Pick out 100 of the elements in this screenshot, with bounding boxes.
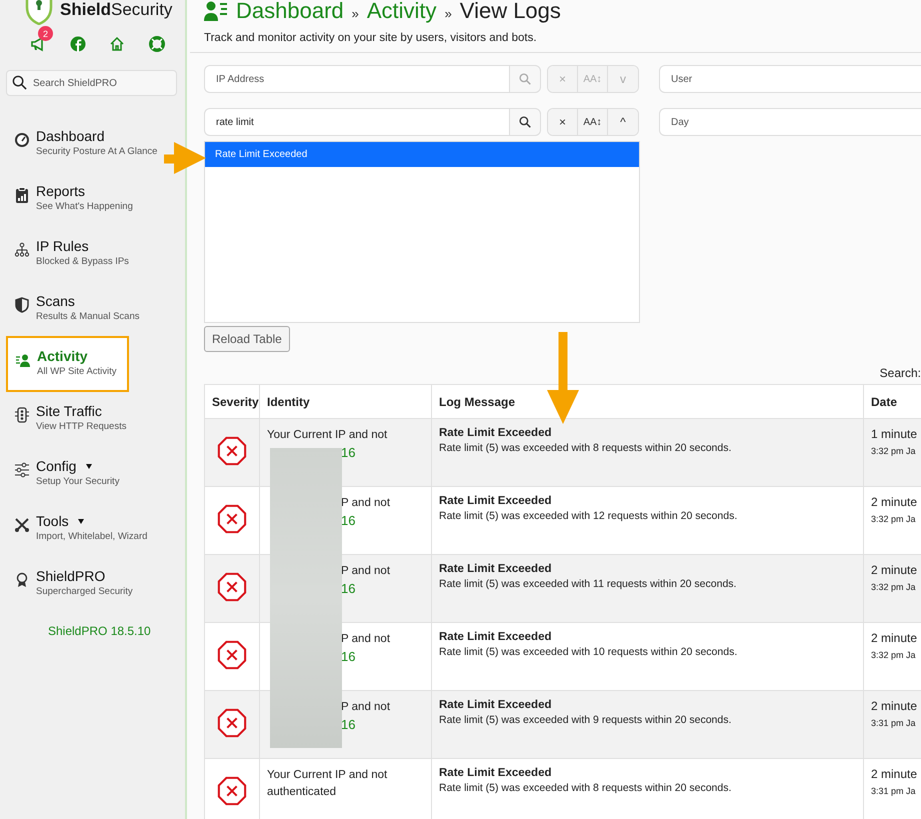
relative-date: 2 minute xyxy=(871,767,918,781)
search-icon xyxy=(519,116,531,128)
annotation-arrow xyxy=(164,140,208,176)
table-search-label: Search: xyxy=(880,366,921,380)
nav-sublabel: Supercharged Security xyxy=(36,586,133,597)
nav-label: Site Traffic xyxy=(36,403,102,419)
shield-logo-icon xyxy=(24,0,54,25)
dropdown-option[interactable]: Rate Limit Exceeded xyxy=(205,142,639,167)
log-title: Rate Limit Exceeded xyxy=(439,427,552,439)
log-title: Rate Limit Exceeded xyxy=(439,767,552,779)
identity-text: authenticated xyxy=(267,786,336,798)
nav-sublabel: Blocked & Bypass IPs xyxy=(36,256,129,267)
nav-label: IP Rules xyxy=(36,238,89,254)
identity-text: P and not xyxy=(341,701,390,713)
column-header: Severity xyxy=(204,384,260,418)
case-toggle-button[interactable]: AA↕ xyxy=(578,109,608,135)
version-link[interactable]: ShieldPRO 18.5.10 xyxy=(48,624,185,638)
identity-text: P and not xyxy=(341,633,390,645)
caret-icon xyxy=(86,464,92,470)
clear-button[interactable]: × xyxy=(548,109,578,135)
home-icon[interactable] xyxy=(109,36,126,52)
breadcrumb-link[interactable]: Dashboard xyxy=(236,0,344,24)
log-message: Rate limit (5) was exceeded with 8 requests within 20 seconds. xyxy=(439,442,732,454)
column-header: Identity xyxy=(260,384,432,418)
search-button[interactable] xyxy=(509,108,541,136)
nav-label: ShieldPRO xyxy=(36,568,106,584)
nav-item[interactable]: Site Traffic View HTTP Requests xyxy=(0,399,136,439)
search-icon xyxy=(12,75,27,90)
log-title: Rate Limit Exceeded xyxy=(439,631,552,643)
ip-address: 16 xyxy=(341,717,356,732)
breadcrumb-link[interactable]: Activity xyxy=(366,0,437,24)
identity-text: P and not xyxy=(341,565,390,577)
nav-sublabel: Import, Whitelabel, Wizard xyxy=(36,531,148,542)
search-icon xyxy=(519,73,531,85)
error-octagon-icon xyxy=(217,436,247,466)
nav-item[interactable]: Tools Import, Whitelabel, Wizard xyxy=(0,509,158,549)
ip-address: 16 xyxy=(341,649,356,664)
ip-address: 16 xyxy=(341,513,356,528)
nav-item[interactable]: IP Rules Blocked & Bypass IPs xyxy=(0,234,139,274)
nav-item[interactable]: Activity All WP Site Activity xyxy=(6,336,129,392)
caret-icon xyxy=(78,519,84,524)
error-octagon-icon xyxy=(217,776,247,806)
date-time: 3:31 pm Ja xyxy=(871,718,917,728)
search-field[interactable]: Search ShieldPRO xyxy=(6,70,177,96)
error-octagon-icon xyxy=(217,504,247,534)
breadcrumb-separator: » xyxy=(444,6,452,21)
identity-text: P and not xyxy=(341,497,390,509)
log-title: Rate Limit Exceeded xyxy=(439,699,552,711)
nav-item[interactable]: Dashboard Security Posture At A Glance xyxy=(0,124,168,164)
relative-date: 1 minute xyxy=(871,427,918,441)
page-title: View Logs xyxy=(460,0,561,24)
filter-field[interactable]: IP Address xyxy=(204,65,509,93)
nav-sublabel: Setup Your Security xyxy=(36,476,120,487)
log-message: Rate limit (5) was exceeded with 10 requests within 20 seconds. xyxy=(439,646,738,658)
date-time: 3:31 pm Ja xyxy=(871,786,917,796)
nav-item[interactable]: ShieldPRO Supercharged Security xyxy=(0,564,143,604)
nav-label: Config xyxy=(36,458,76,474)
traffic-light-icon xyxy=(14,407,30,423)
page-subtitle: Track and monitor activity on your site by users, visitors and bots. xyxy=(204,32,538,44)
tools-icon xyxy=(14,517,30,533)
nav-label: Tools xyxy=(36,513,69,529)
nav-label: Dashboard xyxy=(36,128,104,144)
date-time: 3:32 pm Ja xyxy=(871,582,917,592)
date-time: 3:32 pm Ja xyxy=(871,514,917,524)
log-message: Rate limit (5) was exceeded with 8 requests within 20 seconds. xyxy=(439,782,732,794)
gauge-icon xyxy=(14,132,30,148)
person-list-icon xyxy=(15,352,31,368)
nav-item[interactable]: Config Setup Your Security xyxy=(0,454,130,494)
relative-date: 2 minute xyxy=(871,699,918,713)
reload-table-button[interactable]: Reload Table xyxy=(204,326,290,352)
filter-field[interactable]: User xyxy=(659,65,921,93)
relative-date: 2 minute xyxy=(871,631,918,645)
log-title: Rate Limit Exceeded xyxy=(439,563,552,575)
filter-field[interactable]: Day xyxy=(659,108,921,136)
nav-item[interactable]: Scans Results & Manual Scans xyxy=(0,289,150,329)
ip-address: 16 xyxy=(341,581,356,596)
nav-label: Reports xyxy=(36,183,86,199)
megaphone-icon[interactable] xyxy=(30,36,46,52)
award-icon xyxy=(14,572,30,588)
ip-address: 16 xyxy=(341,445,356,460)
column-header: Log Message xyxy=(432,384,864,418)
error-octagon-icon xyxy=(217,708,247,738)
filter-field[interactable]: rate limit xyxy=(204,108,509,136)
shield-icon xyxy=(14,297,30,313)
relative-date: 2 minute xyxy=(871,495,918,509)
identity-text: Your Current IP and not xyxy=(267,769,388,781)
sliders-icon xyxy=(14,462,30,478)
nav-item[interactable]: Reports See What's Happening xyxy=(0,179,143,219)
nav-label: Scans xyxy=(36,293,75,309)
facebook-icon[interactable] xyxy=(70,36,86,52)
identity-text: Your Current IP and not xyxy=(267,429,388,441)
nav-sublabel: Results & Manual Scans xyxy=(36,311,140,322)
notification-badge: 2 xyxy=(38,26,53,41)
nav-sublabel: View HTTP Requests xyxy=(36,421,126,432)
error-octagon-icon xyxy=(217,572,247,602)
nav-sublabel: Security Posture At A Glance xyxy=(36,146,158,157)
error-octagon-icon xyxy=(217,640,247,670)
expand-toggle-button[interactable]: ^ xyxy=(608,109,638,135)
lifebuoy-icon[interactable] xyxy=(148,36,165,52)
date-time: 3:32 pm Ja xyxy=(871,650,917,660)
